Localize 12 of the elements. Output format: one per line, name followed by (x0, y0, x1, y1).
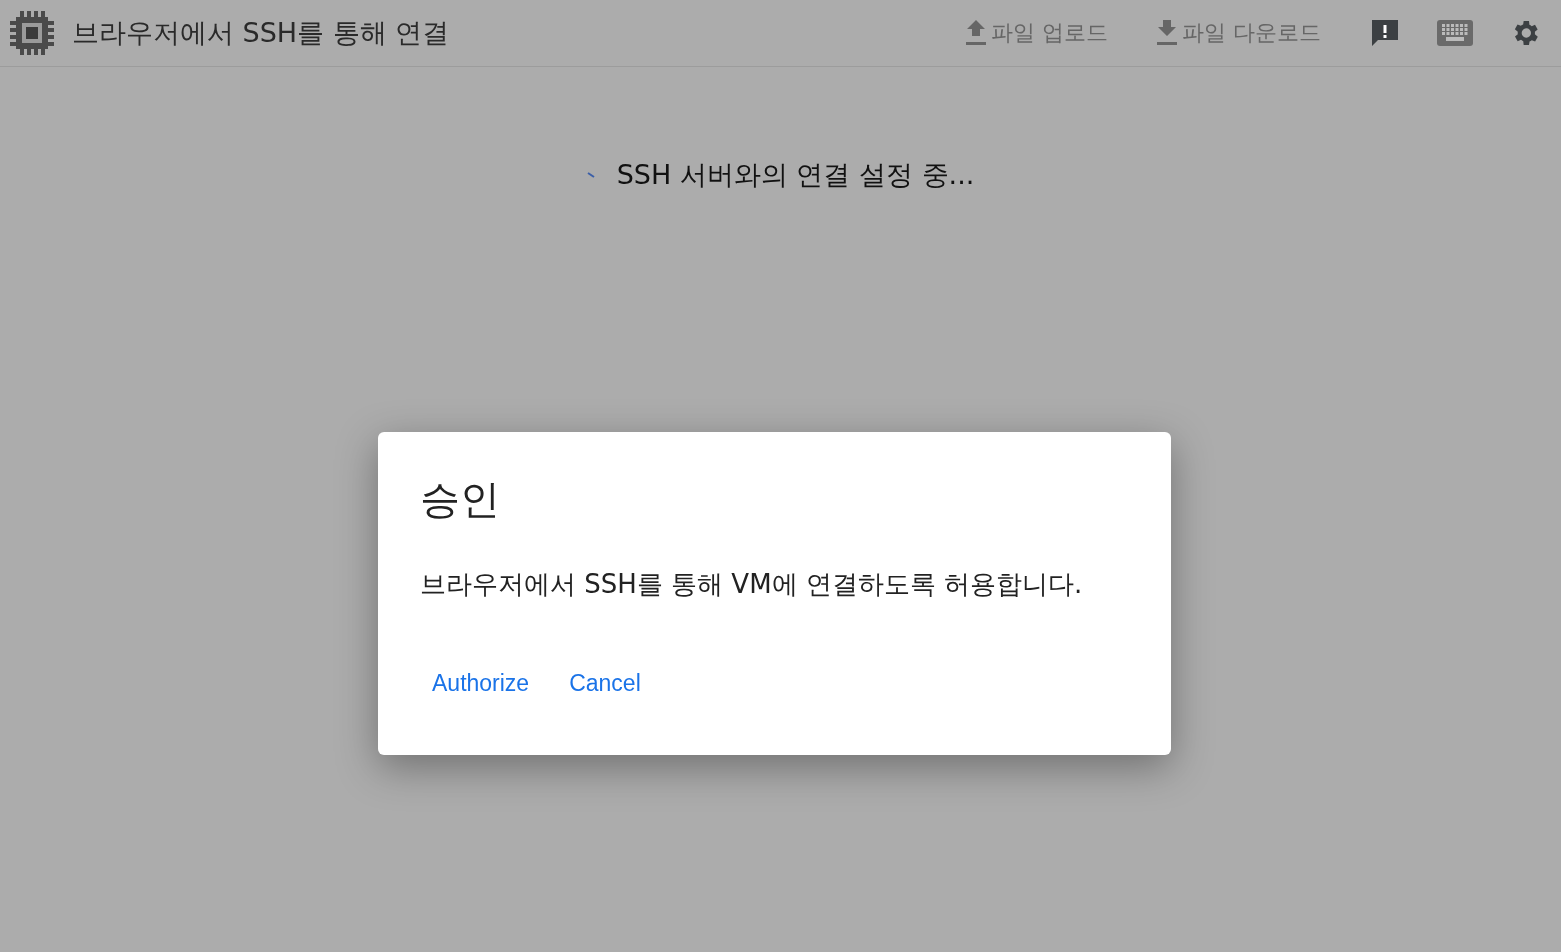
dialog-button[interactable]: Authorize (420, 664, 542, 703)
chip-icon (8, 9, 56, 57)
feedback-icon[interactable] (1369, 17, 1401, 49)
window-title: 브라우저에서 SSH를 통해 연결 (72, 16, 451, 50)
download-icon (1156, 20, 1178, 46)
keyboard-icon[interactable] (1437, 20, 1473, 46)
dialog-button[interactable]: Cancel (557, 664, 653, 703)
upload-icon (965, 20, 987, 46)
status-message: SSH 서버와의 연결 설정 중... (616, 158, 975, 192)
dialog-title: 승인 (420, 475, 501, 524)
spinner-icon (586, 172, 595, 178)
dialog-message: 브라우저에서 SSH를 통해 VM에 연결하도록 허용합니다. (420, 568, 1084, 601)
